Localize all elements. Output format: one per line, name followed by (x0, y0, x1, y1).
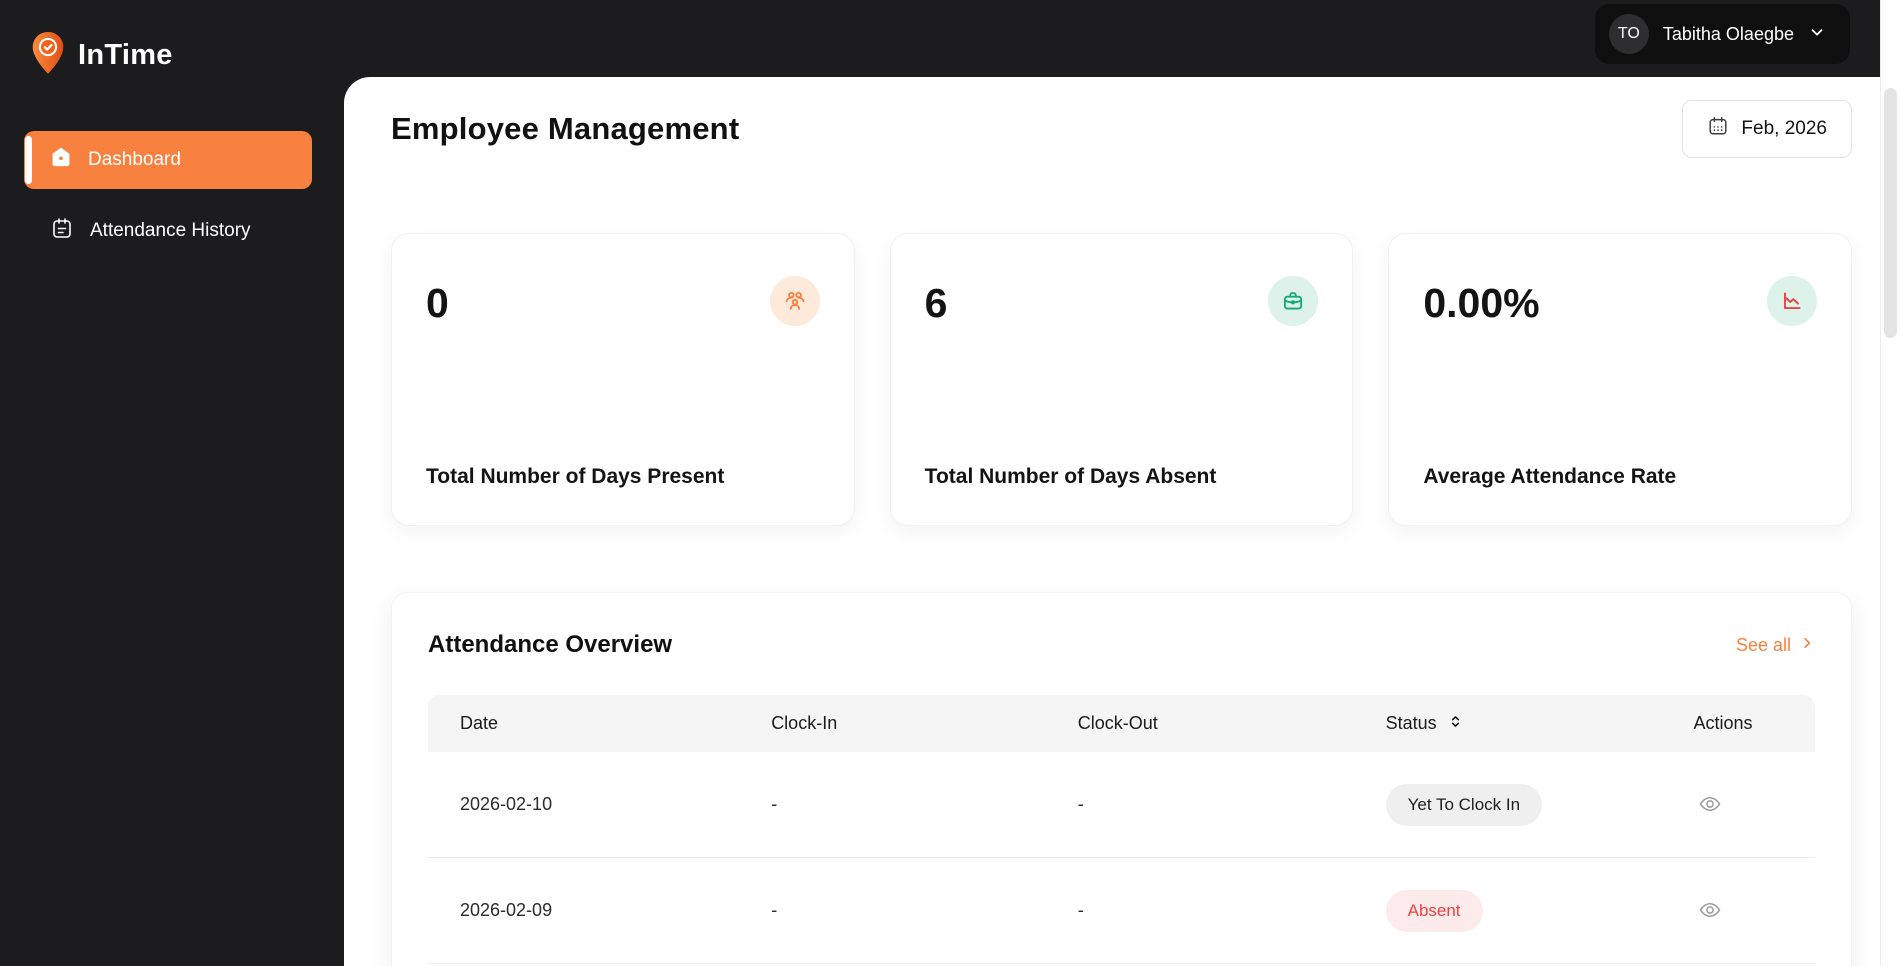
col-clock-out: Clock-Out (1077, 713, 1158, 733)
chart-decline-icon (1767, 276, 1818, 326)
cell-actions (1692, 788, 1815, 821)
users-icon (769, 276, 820, 326)
cell-status: Yet To Clock In (1384, 783, 1692, 826)
cell-actions (1692, 894, 1815, 927)
section-title: Attendance Overview (428, 631, 673, 658)
stat-value: 0 (426, 280, 449, 326)
brand-name: InTime (78, 39, 173, 71)
table-header: Date Clock-In Clock-Out Status Actions (428, 695, 1815, 752)
cell-clock-in: - (771, 794, 778, 814)
chevron-down-icon (1808, 23, 1826, 46)
logo-pin-icon (30, 30, 66, 81)
see-all-label: See all (1735, 634, 1791, 655)
brand-logo: InTime (30, 30, 344, 81)
attendance-history-icon (50, 216, 74, 246)
sidebar-item-label: Dashboard (88, 149, 181, 170)
sidebar-item-label: Attendance History (90, 220, 251, 241)
attendance-overview-section: Attendance Overview See all Date Clock-I… (391, 592, 1852, 966)
sidebar-item-attendance-history[interactable]: Attendance History (24, 209, 312, 253)
sidebar-item-dashboard[interactable]: Dashboard (24, 131, 312, 189)
see-all-link[interactable]: See all (1736, 635, 1815, 656)
briefcase-icon (1268, 276, 1319, 326)
cell-clock-out: - (1077, 900, 1084, 920)
status-badge: Absent (1385, 889, 1483, 932)
month-filter-button[interactable]: Feb, 2026 (1682, 100, 1852, 158)
month-filter-label: Feb, 2026 (1741, 118, 1827, 139)
status-badge: Yet To Clock In (1385, 783, 1543, 826)
scrollbar-thumb[interactable] (1884, 88, 1897, 338)
stat-card-attendance-rate: 0.00% Average Attendance Rate (1388, 233, 1853, 526)
view-button[interactable] (1694, 894, 1726, 926)
stat-cards: 0 Total Number of Days Present 6 Total N… (391, 233, 1853, 526)
col-date: Date (460, 713, 499, 733)
stat-label: Average Attendance Rate (1423, 465, 1677, 488)
sidebar-nav: Dashboard Attendance History (0, 131, 344, 253)
scrollbar[interactable] (1880, 0, 1900, 966)
user-menu[interactable]: TO Tabitha Olaegbe (1594, 4, 1850, 64)
table-row: 2026-02-09 - - Absent (428, 858, 1815, 964)
sidebar: InTime Dashboard Attendance History (0, 0, 344, 966)
stat-label: Total Number of Days Present (426, 465, 725, 488)
stat-card-days-present: 0 Total Number of Days Present (391, 233, 855, 526)
stat-value: 0.00% (1423, 280, 1540, 326)
page-title: Employee Management (391, 111, 740, 146)
stat-card-days-absent: 6 Total Number of Days Absent (889, 233, 1354, 526)
cell-date: 2026-02-09 (460, 900, 553, 920)
view-button[interactable] (1694, 788, 1726, 820)
main-panel: Employee Management Feb, 2026 0 Total Nu… (344, 77, 1880, 966)
cell-clock-out: - (1077, 794, 1084, 814)
stat-value: 6 (924, 280, 948, 326)
app-root: InTime Dashboard Attendance History TO T… (0, 0, 1900, 966)
table-row: 2026-02-10 - - Yet To Clock In (428, 752, 1815, 858)
stat-label: Total Number of Days Absent (924, 465, 1217, 488)
col-clock-in: Clock-In (771, 713, 838, 733)
col-status[interactable]: Status (1384, 713, 1692, 735)
avatar: TO (1608, 14, 1649, 54)
user-name: Tabitha Olaegbe (1662, 23, 1794, 44)
attendance-table: Date Clock-In Clock-Out Status Actions 2… (428, 695, 1815, 964)
col-actions: Actions (1693, 713, 1753, 733)
sort-icon[interactable] (1447, 713, 1464, 735)
cell-clock-in: - (771, 900, 778, 920)
chevron-right-icon (1799, 635, 1815, 656)
cell-date: 2026-02-10 (460, 794, 553, 814)
cell-status: Absent (1384, 889, 1692, 932)
calendar-icon (1707, 115, 1729, 143)
page-header: Employee Management Feb, 2026 (391, 100, 1852, 158)
home-icon (50, 146, 72, 174)
